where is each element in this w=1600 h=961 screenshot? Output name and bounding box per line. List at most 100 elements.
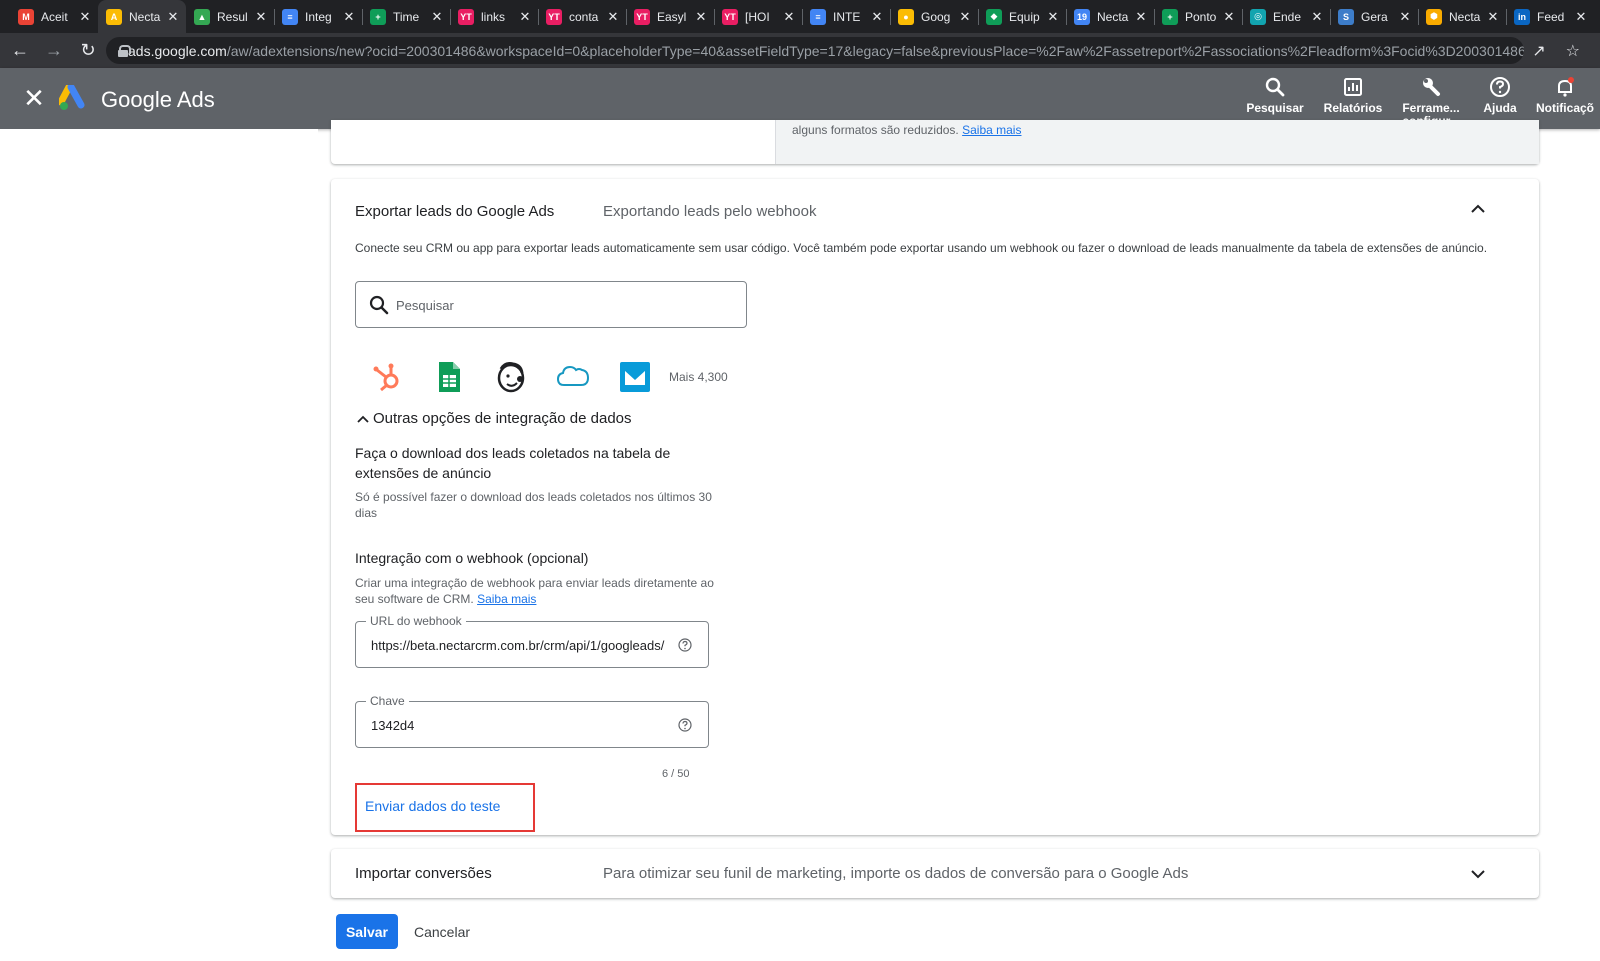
share-icon[interactable]: ↗ <box>1532 41 1545 61</box>
yt-icon: YT <box>546 8 562 25</box>
chevron-up-icon <box>357 415 369 423</box>
header-action-label: Notificaçõ <box>1535 101 1594 115</box>
tab-close-icon[interactable]: ✕ <box>782 9 796 25</box>
tab-title: Goog <box>921 9 951 24</box>
close-icon[interactable]: ✕ <box>21 85 47 111</box>
other-options-toggle[interactable]: Outras opções de integração de dados <box>355 410 632 427</box>
browser-tab[interactable]: ◎ Ende ✕ <box>1242 0 1330 33</box>
chevron-down-icon[interactable] <box>1468 864 1488 884</box>
header-action-label: Relatórios <box>1323 101 1383 115</box>
search-icon <box>1264 76 1286 98</box>
google-ads-logo-icon <box>59 85 85 110</box>
browser-tab[interactable]: YT [HOI ✕ <box>714 0 802 33</box>
help-icon <box>1489 76 1511 98</box>
browser-tab[interactable]: ● Goog ✕ <box>890 0 978 33</box>
hubspot-icon[interactable] <box>369 359 405 395</box>
mailchimp-icon[interactable] <box>493 359 529 395</box>
help-circle-icon[interactable] <box>678 718 692 732</box>
webhook-title: Integração com o webhook (opcional) <box>355 550 589 566</box>
hex-icon: ⬢ <box>1426 8 1442 25</box>
webhook-learn-more-link[interactable]: Saiba mais <box>477 592 536 606</box>
import-conversions-card[interactable]: Importar conversões Para otimizar seu fu… <box>331 849 1539 898</box>
search-icon <box>369 295 389 315</box>
reports-icon <box>1342 76 1364 98</box>
gmail-icon: M <box>18 8 34 25</box>
browser-tab[interactable]: S Gera ✕ <box>1330 0 1418 33</box>
browser-tab[interactable]: YT conta ✕ <box>538 0 626 33</box>
send-test-label: Enviar dados do teste <box>365 798 501 814</box>
search-input[interactable] <box>396 292 726 318</box>
help-circle-icon[interactable] <box>678 638 692 652</box>
tab-title: Time <box>393 9 420 24</box>
salesforce-icon[interactable] <box>555 359 591 395</box>
previous-card: alguns formatos são reduzidos. Saiba mai… <box>331 120 1539 164</box>
browser-tab[interactable]: A Necta ✕ <box>98 0 186 33</box>
tab-title: conta <box>569 9 599 24</box>
address-bar[interactable]: ads.google.com/aw/adextensions/new?ocid=… <box>106 37 1524 64</box>
browser-tab[interactable]: M Aceit ✕ <box>10 0 98 33</box>
google-docs-icon: ≡ <box>282 8 298 25</box>
back-icon[interactable]: ← <box>6 37 34 65</box>
webhook-url-field: URL do webhook <box>355 614 709 668</box>
browser-tab[interactable]: ≡ INTE ✕ <box>802 0 890 33</box>
browser-tab[interactable]: 19 Necta ✕ <box>1066 0 1154 33</box>
tab-close-icon[interactable]: ✕ <box>518 9 532 25</box>
chevron-up-icon[interactable] <box>1468 199 1488 219</box>
tab-close-icon[interactable]: ✕ <box>694 9 708 25</box>
browser-tab[interactable]: YT Easyl ✕ <box>626 0 714 33</box>
section-description: Conecte seu CRM ou app para exportar lea… <box>355 241 1488 255</box>
tab-close-icon[interactable]: ✕ <box>78 9 92 25</box>
tab-close-icon[interactable]: ✕ <box>342 9 356 25</box>
yt-icon: YT <box>634 8 650 25</box>
reload-icon[interactable]: ↻ <box>74 37 102 65</box>
tab-close-icon[interactable]: ✕ <box>1398 9 1412 25</box>
save-button[interactable]: Salvar <box>336 914 398 949</box>
browser-tab[interactable]: YT links ✕ <box>450 0 538 33</box>
tab-close-icon[interactable]: ✕ <box>1046 9 1060 25</box>
browser-tab[interactable]: + Time ✕ <box>362 0 450 33</box>
import-summary: Para otimizar seu funil de marketing, im… <box>603 865 1189 882</box>
tab-close-icon[interactable]: ✕ <box>870 9 884 25</box>
globe-icon: ◎ <box>1250 8 1266 25</box>
previous-card-side-panel: alguns formatos são reduzidos. Saiba mai… <box>775 120 1539 164</box>
header-action-bell[interactable]: Notificaçõ <box>1530 68 1600 129</box>
browser-tab[interactable]: ▲ Resul ✕ <box>186 0 274 33</box>
tab-title: Resul <box>217 9 248 24</box>
tab-close-icon[interactable]: ✕ <box>254 9 268 25</box>
tab-close-icon[interactable]: ✕ <box>430 9 444 25</box>
wrench-icon <box>1420 76 1442 98</box>
browser-tab[interactable]: ≡ Integ ✕ <box>274 0 362 33</box>
google-sheets-icon[interactable] <box>431 359 467 395</box>
key-label: Chave <box>366 694 409 708</box>
learn-more-link[interactable]: Saiba mais <box>962 123 1021 137</box>
forward-icon[interactable]: → <box>40 37 68 65</box>
zoho-mail-icon[interactable] <box>617 359 653 395</box>
tab-close-icon[interactable]: ✕ <box>958 9 972 25</box>
tab-close-icon[interactable]: ✕ <box>1486 9 1500 25</box>
tab-close-icon[interactable]: ✕ <box>1310 9 1324 25</box>
tab-close-icon[interactable]: ✕ <box>166 9 180 25</box>
cancel-button[interactable]: Cancelar <box>414 914 470 949</box>
more-apps-count[interactable]: Mais 4,300 <box>669 370 728 384</box>
google-chat-icon: ◆ <box>986 8 1002 25</box>
browser-tab[interactable]: ⬢ Necta ✕ <box>1418 0 1506 33</box>
tab-close-icon[interactable]: ✕ <box>1574 9 1588 25</box>
tab-title: Gera <box>1361 9 1388 24</box>
browser-tab[interactable]: ◆ Equip ✕ <box>978 0 1066 33</box>
browser-tab[interactable]: in Feed ✕ <box>1506 0 1594 33</box>
browser-tab[interactable]: + Ponto ✕ <box>1154 0 1242 33</box>
key-input[interactable] <box>371 712 671 738</box>
tab-close-icon[interactable]: ✕ <box>606 9 620 25</box>
other-options-label: Outras opções de integração de dados <box>373 410 632 427</box>
webhook-url-input[interactable] <box>371 632 671 658</box>
tab-close-icon[interactable]: ✕ <box>1134 9 1148 25</box>
section-title: Exportar leads do Google Ads <box>355 203 555 220</box>
bookmark-star-icon[interactable]: ☆ <box>1566 41 1580 61</box>
header-action-label: Ajuda <box>1483 101 1517 115</box>
send-test-data-button[interactable]: Enviar dados do teste <box>355 783 535 832</box>
tab-title: Necta <box>129 9 161 24</box>
google-docs-icon: ≡ <box>810 8 826 25</box>
download-description: Só é possível fazer o download dos leads… <box>355 490 712 520</box>
tab-close-icon[interactable]: ✕ <box>1222 9 1236 25</box>
calendar-icon: 19 <box>1074 8 1090 25</box>
